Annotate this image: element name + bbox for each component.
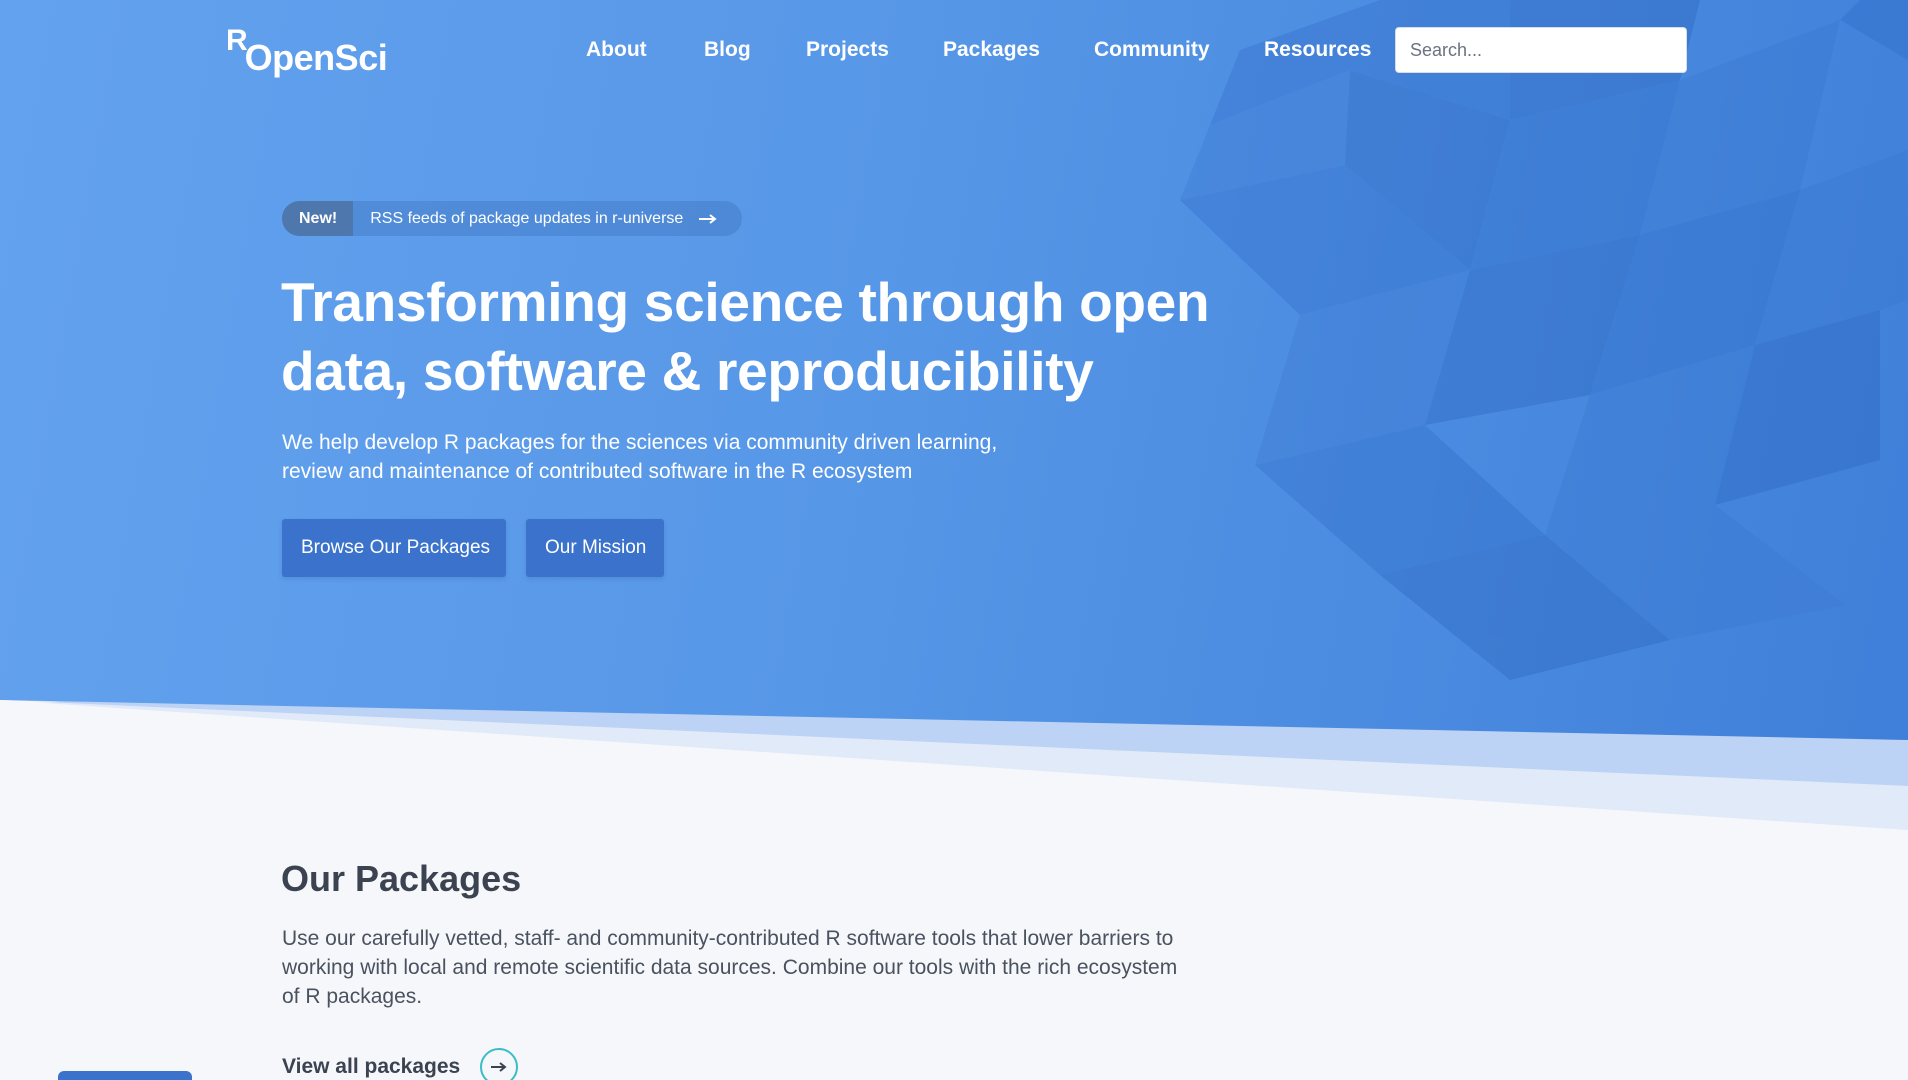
hero-wave-divider (0, 700, 1908, 840)
packages-section-text: Use our carefully vetted, staff- and com… (282, 927, 1178, 1008)
our-mission-button[interactable]: Our Mission (526, 519, 664, 577)
arrow-right-icon (491, 1062, 507, 1072)
search-input[interactable] (1395, 27, 1687, 73)
new-badge: New! (282, 201, 354, 236)
ropensci-logo[interactable]: R OpenSci (226, 26, 388, 82)
hero-subtitle: We help develop R packages for the scien… (282, 431, 998, 483)
view-all-packages-link[interactable]: View all packages (282, 1048, 519, 1080)
nav-item-projects[interactable]: Projects (806, 38, 889, 62)
floating-tab[interactable] (58, 1071, 192, 1080)
hero-title: Transforming science through open data, … (281, 271, 1210, 402)
nav-item-packages[interactable]: Packages (943, 38, 1040, 62)
nav-item-blog[interactable]: Blog (704, 38, 751, 62)
announcement-pill[interactable]: New! RSS feeds of package updates in r-u… (282, 201, 742, 236)
browse-packages-button[interactable]: Browse Our Packages (282, 519, 506, 577)
nav-item-about[interactable]: About (586, 38, 647, 62)
logo-text: OpenSci (244, 37, 388, 78)
nav-item-community[interactable]: Community (1094, 38, 1210, 62)
arrow-right-circle-icon (480, 1048, 519, 1080)
packages-section-title: Our Packages (281, 858, 522, 899)
view-all-packages-label: View all packages (282, 1055, 461, 1078)
hero-section (0, 0, 1908, 840)
nav-item-resources[interactable]: Resources (1264, 38, 1371, 62)
arrow-right-icon (699, 213, 717, 224)
announcement-text: RSS feeds of package updates in r-univer… (370, 209, 684, 227)
